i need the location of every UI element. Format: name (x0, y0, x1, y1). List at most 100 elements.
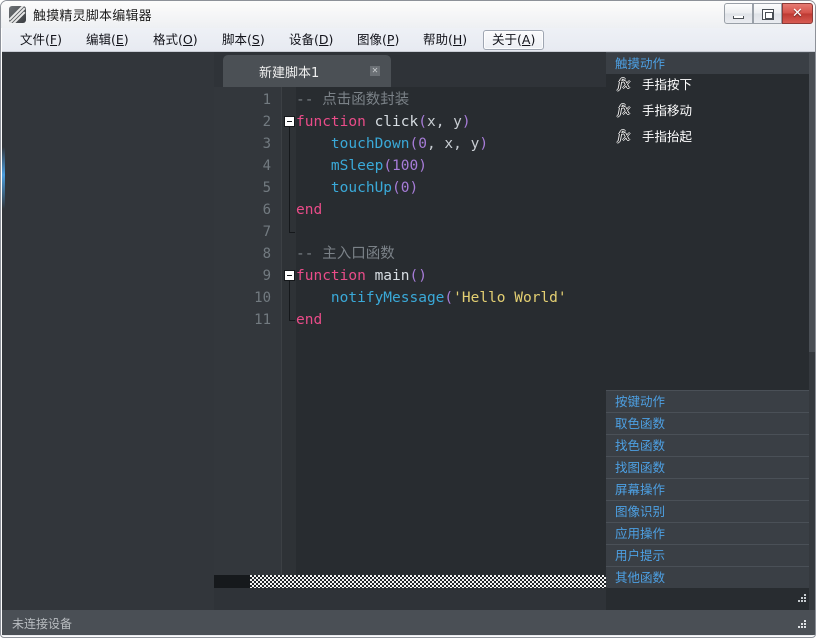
grip-dot (798, 626, 800, 628)
code-fold-end (289, 232, 295, 233)
panel-section-title: 找图函数 (615, 460, 666, 475)
menu-item-label: 脚本( (222, 32, 252, 47)
code-token-punc: ( (383, 158, 393, 174)
grip-dot (804, 626, 806, 628)
code-fold-toggle-icon[interactable] (284, 270, 295, 281)
line-number: 10 (254, 290, 271, 306)
status-text: 未连接设备 (12, 617, 73, 631)
code-fold-toggle-icon[interactable] (284, 116, 295, 127)
code-line[interactable]: function main() (296, 265, 427, 287)
code-token-comment: -- 点击函数封装 (296, 92, 410, 108)
menu-item-7[interactable]: 帮助(H) (415, 30, 475, 50)
panel-section-2[interactable]: 按键动作 (606, 390, 809, 412)
line-number: 5 (262, 180, 271, 196)
grip-dot (804, 597, 806, 599)
editor-tab-close-icon[interactable]: ✕ (370, 66, 380, 76)
grip-dot (804, 620, 806, 622)
code-fold-column[interactable] (282, 87, 296, 575)
panel-section-3[interactable]: 取色函数 (606, 412, 809, 434)
code-line[interactable]: -- 主入口函数 (296, 243, 395, 265)
panel-section-4[interactable]: 找色函数 (606, 434, 809, 456)
menu-item-label: 关于( (492, 32, 522, 47)
code-token-punc: ( (418, 114, 427, 130)
panel-section-8[interactable]: 应用操作 (606, 522, 809, 544)
function-item-2[interactable]: fx 手指移动 (606, 100, 809, 121)
panel-section-1[interactable]: 触摸动作 (606, 52, 809, 74)
title-bar[interactable]: 触摸精灵脚本编辑器 ✕ (1, 1, 815, 28)
code-fold-guide (289, 127, 290, 232)
panel-section-title: 用户提示 (615, 548, 666, 563)
code-token-string: 'Hello World' (453, 290, 567, 306)
fx-icon: fx (618, 103, 631, 118)
panel-section-title: 其他函数 (615, 570, 666, 585)
line-number: 2 (262, 114, 271, 130)
grip-dot (801, 600, 803, 602)
panel-section-10[interactable]: 其他函数 (606, 566, 809, 588)
code-token-punc: () (409, 268, 427, 284)
menu-item-4[interactable]: 脚本(S) (214, 30, 273, 50)
menu-item-3[interactable]: 格式(O) (145, 30, 206, 50)
code-token-plain: , x, y (426, 136, 480, 152)
line-number: 6 (262, 202, 271, 218)
code-token-punc: ( (409, 136, 419, 152)
panel-section-6[interactable]: 屏幕操作 (606, 478, 809, 500)
code-line[interactable]: end (296, 309, 322, 331)
resize-grip-icon[interactable] (798, 620, 810, 632)
panel-section-title: 取色函数 (615, 416, 666, 431)
menu-item-6[interactable]: 图像(P) (349, 30, 407, 50)
menu-item-8[interactable]: 关于(A) (483, 30, 545, 50)
code-line[interactable]: touchDown(0, x, y) (296, 133, 488, 155)
editor-horizontal-scrollbar[interactable] (214, 575, 606, 588)
code-line[interactable]: function click(x, y) (296, 111, 471, 133)
panel-section-5[interactable]: 找图函数 (606, 456, 809, 478)
line-number: 11 (254, 312, 271, 328)
line-number: 9 (262, 268, 271, 284)
code-line[interactable]: notifyMessage('Hello World' (296, 287, 567, 309)
menu-item-label: 图像( (357, 32, 387, 47)
code-line[interactable]: touchUp(0) (296, 177, 418, 199)
panel-section-7[interactable]: 图像识别 (606, 500, 809, 522)
editor-horizontal-scroll-thumb[interactable] (214, 575, 250, 588)
function-item-3[interactable]: fx 手指抬起 (606, 126, 809, 147)
code-token-num: 100 (392, 158, 419, 174)
panel-section-9[interactable]: 用户提示 (606, 544, 809, 566)
application-window: 触摸精灵脚本编辑器 ✕ 文件(F) 编辑(E) 格式(O) 脚本(S) 设备(D) 图像(… (0, 0, 816, 638)
code-token-keyword: end (296, 202, 323, 218)
function-item-label: 手指按下 (642, 77, 693, 92)
code-fold-end (289, 320, 295, 321)
code-token-call: notifyMessage (330, 290, 445, 306)
code-token-punc: ) (479, 136, 489, 152)
right-panel-grip-icon (798, 594, 807, 603)
left-panel-accent (2, 147, 5, 209)
menu-item-label: 格式( (153, 32, 183, 47)
code-token-punc: ) (409, 180, 419, 196)
minimize-button[interactable] (724, 3, 753, 24)
code-token-func: click (374, 114, 419, 130)
right-panel-scrollbar[interactable] (809, 52, 815, 610)
line-number: 8 (262, 246, 271, 262)
code-token-keyword: function (296, 114, 366, 130)
menu-item-accelerator: F (49, 32, 58, 47)
code-line[interactable]: -- 点击函数封装 (296, 89, 409, 111)
menu-item-label-tail: ) (462, 32, 468, 47)
grip-dot (804, 623, 806, 625)
menu-item-accelerator: S (251, 32, 260, 47)
menu-item-label-tail: ) (530, 32, 536, 47)
menu-item-label-tail: ) (328, 32, 334, 47)
code-token-punc: ) (418, 158, 427, 174)
restore-button[interactable] (753, 3, 782, 24)
menu-item-2[interactable]: 编辑(E) (78, 30, 137, 50)
menu-item-5[interactable]: 设备(D) (281, 30, 341, 50)
code-text-area[interactable]: -- 点击函数封装 function click(x, y) touchDown(… (296, 87, 606, 575)
code-line[interactable]: end (296, 199, 322, 221)
close-button[interactable]: ✕ (782, 3, 813, 24)
editor-tab[interactable]: 新建脚本1 ✕ (223, 55, 391, 87)
panel-section-title: 应用操作 (615, 526, 666, 541)
panel-section-title: 图像识别 (615, 504, 666, 519)
code-line[interactable]: mSleep(100) (296, 155, 427, 177)
menu-item-1[interactable]: 文件(F) (12, 30, 70, 50)
right-panel-scroll-thumb[interactable] (809, 52, 815, 352)
app-stripes-icon (9, 6, 26, 23)
function-item-1[interactable]: fx 手指按下 (606, 74, 809, 95)
